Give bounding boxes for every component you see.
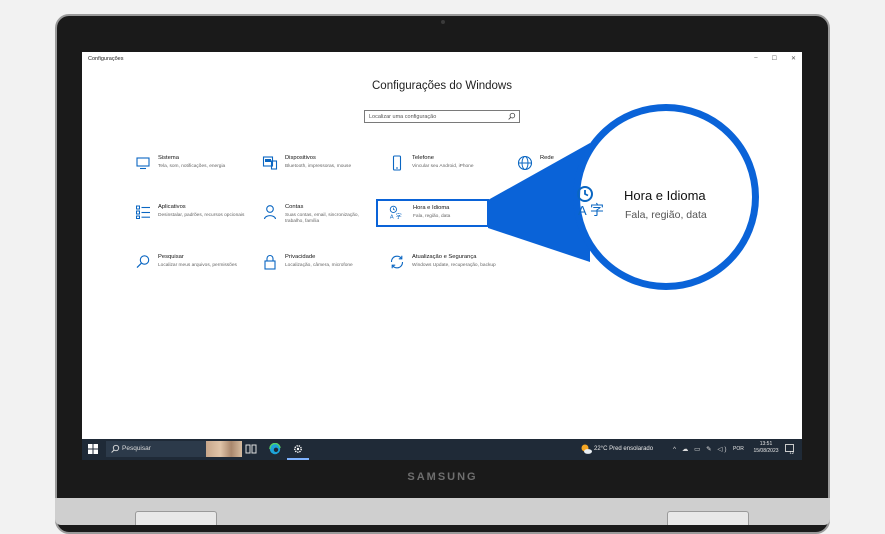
svg-text:A: A <box>578 203 587 218</box>
globe-icon <box>517 155 533 171</box>
taskbar-search[interactable]: Pesquisar <box>106 441 242 457</box>
search-icon <box>111 444 120 453</box>
tile-title: Telefone <box>412 155 434 161</box>
active-app-indicator <box>287 458 309 460</box>
tile-desc: Desinstalar, padrões, recursos opcionais <box>158 213 245 218</box>
time-language-icon: A 字 <box>389 205 402 219</box>
tile-desc: Localizar meus arquivos, permissões <box>158 263 237 268</box>
tile-time-language[interactable]: A 字 Hora e Idioma Fala, região, data <box>376 199 489 227</box>
weather-text[interactable]: 22°C Pred ensolarado <box>594 446 653 452</box>
brand-logo: SAMSUNG <box>407 471 478 483</box>
tile-devices[interactable]: Dispositivos Bluetooth, impressoras, mou… <box>262 155 380 185</box>
tile-desc: Bluetooth, impressoras, mouse <box>285 164 352 169</box>
language-indicator[interactable]: POR <box>733 446 744 452</box>
tile-desc: Tela, som, notificações, energia <box>158 164 226 169</box>
window-title: Configurações <box>88 56 124 62</box>
keyboard-icon <box>262 156 278 170</box>
tile-accounts[interactable]: Contas Suas contas, email, sincronização… <box>262 204 380 234</box>
apps-icon <box>136 205 150 219</box>
edge-browser-icon[interactable] <box>269 443 281 455</box>
tile-title: Aplicativos <box>158 204 186 210</box>
tile-title: Privacidade <box>285 254 316 260</box>
tile-desc: Vincular seu Android, iPhone <box>412 164 474 169</box>
tile-title: Rede <box>540 155 554 161</box>
tile-apps[interactable]: Aplicativos Desinstalar, padrões, recurs… <box>135 204 253 234</box>
tile-desc: Localização, câmera, microfone <box>285 263 353 268</box>
callout-desc: Fala, região, data <box>625 209 707 221</box>
clock[interactable]: 13:51 15/08/2023 <box>744 441 788 455</box>
tile-title: Hora e Idioma <box>413 205 450 211</box>
lock-icon <box>264 255 276 270</box>
system-tray-icons[interactable]: ^ ☁ ▭ ✎ ◁) <box>673 445 729 453</box>
tile-title: Sistema <box>158 155 179 161</box>
tile-system[interactable]: Sistema Tela, som, notificações, energia <box>135 155 253 185</box>
notification-icon[interactable]: 12 <box>785 444 795 454</box>
taskbar: Pesquisar 22°C Pred ensolarado ^ ☁ ▭ ✎ ◁… <box>82 439 802 460</box>
minimize-button[interactable]: – <box>754 55 757 62</box>
hinge-right <box>667 511 749 525</box>
tile-privacy[interactable]: Privacidade Localização, câmera, microfo… <box>262 254 380 284</box>
weather-sun-icon[interactable] <box>579 442 593 456</box>
hinge-left <box>135 511 217 525</box>
tile-update-security[interactable]: Atualização e Segurança Windows Update, … <box>389 254 507 284</box>
tile-phone[interactable]: Telefone Vincular seu Android, iPhone <box>389 155 507 185</box>
search-highlight-image <box>206 441 242 457</box>
tile-desc: Suas contas, email, sincronização, traba… <box>285 213 359 224</box>
callout-title: Hora e Idioma <box>624 188 706 203</box>
windows-start-icon[interactable] <box>88 444 98 454</box>
tile-desc: Windows Update, recuperação, backup <box>412 263 496 268</box>
settings-search[interactable] <box>364 110 520 123</box>
maximize-button[interactable]: ☐ <box>772 55 777 62</box>
svg-text:A: A <box>390 215 394 219</box>
webcam <box>441 20 445 24</box>
tile-desc: Fala, região, data <box>413 214 451 219</box>
search-icon[interactable] <box>507 112 516 121</box>
phone-icon <box>392 155 402 171</box>
time-language-icon: A 字 <box>577 186 604 218</box>
tile-search[interactable]: Pesquisar Localizar meus arquivos, permi… <box>135 254 253 284</box>
taskbar-search-label: Pesquisar <box>122 445 151 452</box>
monitor-icon <box>136 157 150 170</box>
page-title: Configurações do Windows <box>372 80 512 92</box>
close-button[interactable]: ✕ <box>791 55 796 62</box>
clock-date: 15/08/2023 <box>753 448 779 454</box>
tile-title: Dispositivos <box>285 155 316 161</box>
sync-icon <box>390 255 404 269</box>
task-view-icon[interactable] <box>245 443 257 455</box>
person-icon <box>263 205 277 220</box>
clock-time: 13:51 <box>759 441 773 447</box>
tile-title: Pesquisar <box>158 254 184 260</box>
search-input[interactable] <box>365 111 507 122</box>
tile-title: Atualização e Segurança <box>412 254 477 260</box>
search-icon <box>136 255 150 269</box>
svg-text:字: 字 <box>590 203 604 218</box>
tile-title: Contas <box>285 204 304 210</box>
notification-count: 12 <box>790 450 795 454</box>
svg-text:字: 字 <box>396 213 402 219</box>
window-controls: – ☐ ✕ <box>754 55 796 62</box>
gear-icon[interactable] <box>292 443 304 455</box>
zoom-callout: A 字 Hora e Idioma Fala, região, data <box>573 104 759 290</box>
